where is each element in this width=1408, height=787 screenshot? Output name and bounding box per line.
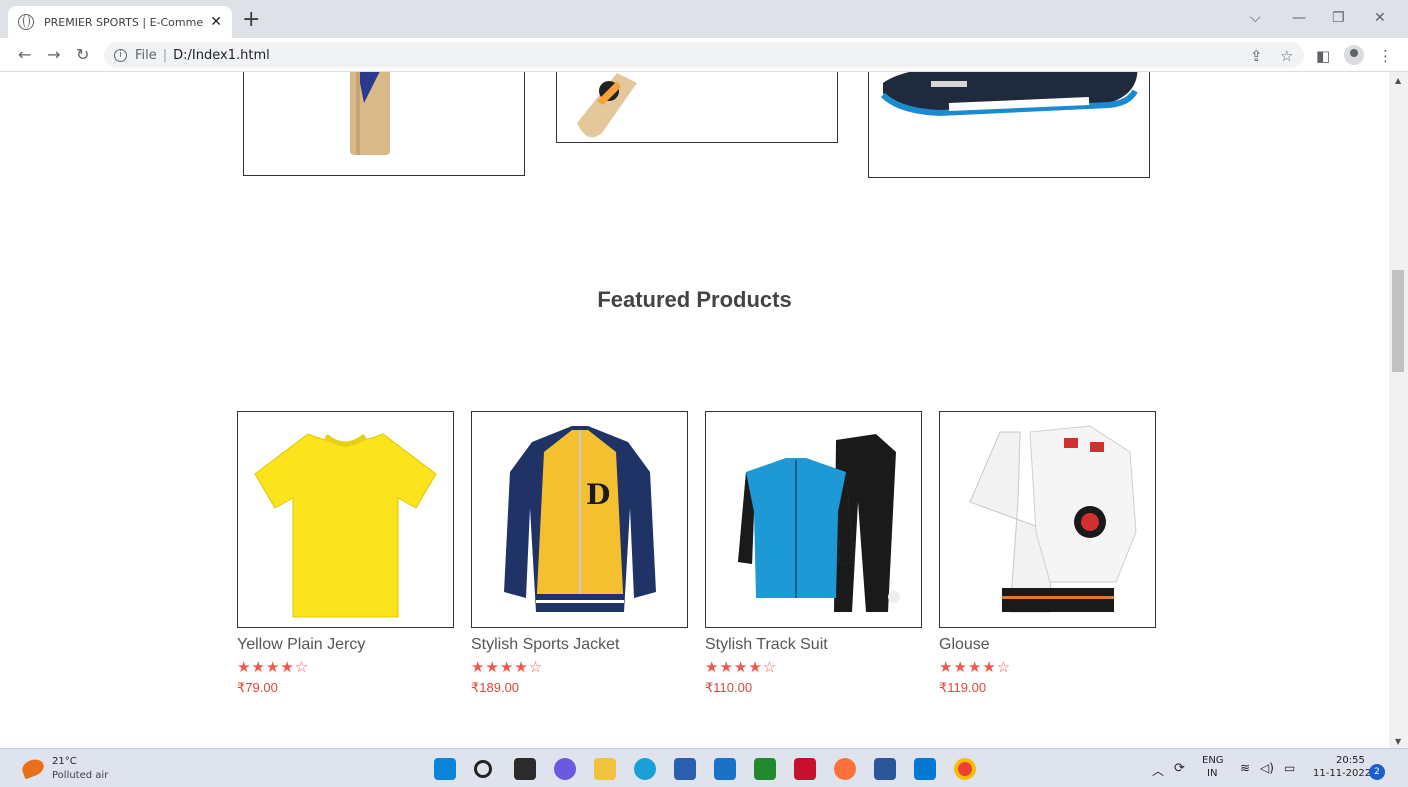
- tray-overflow-icon[interactable]: ︿: [1152, 762, 1164, 779]
- close-window-icon[interactable]: ✕: [1374, 10, 1386, 26]
- product-price: ₹119.00: [939, 680, 987, 695]
- sports-shoe-image: [880, 72, 1138, 117]
- scroll-down-icon[interactable]: ▼: [1395, 737, 1401, 746]
- edge-icon[interactable]: [634, 758, 656, 780]
- scrollbar-thumb[interactable]: [1392, 270, 1404, 372]
- tab-close-icon[interactable]: ✕: [210, 14, 222, 30]
- minimize-icon[interactable]: —: [1292, 10, 1306, 26]
- taskbar: 21°C Polluted air ︿ ⟳ ENG IN ≋ ◁) ▭ 20:5…: [0, 748, 1408, 787]
- store-icon[interactable]: [674, 758, 696, 780]
- restore-icon[interactable]: ❐: [1332, 10, 1345, 26]
- task-view-icon[interactable]: [514, 758, 536, 780]
- page-viewport: Featured Products Yellow Plain Jercy ★★★…: [0, 72, 1389, 748]
- section-title: Featured Products: [597, 287, 792, 312]
- scroll-up-icon[interactable]: ▲: [1395, 76, 1401, 85]
- track-suit-image: [738, 434, 900, 612]
- weather-temperature[interactable]: 21°C: [52, 756, 77, 767]
- category-card-shoe[interactable]: [868, 72, 1150, 178]
- cricket-bat-image: [350, 72, 390, 155]
- chat-icon[interactable]: [554, 758, 576, 780]
- product-name[interactable]: Yellow Plain Jercy: [237, 636, 455, 654]
- chrome-icon[interactable]: [954, 758, 976, 780]
- yellow-tshirt-image: [254, 433, 437, 618]
- weather-icon[interactable]: [19, 756, 47, 780]
- product-price: ₹110.00: [705, 680, 753, 695]
- side-panel-icon[interactable]: ◧: [1316, 47, 1330, 65]
- sync-icon[interactable]: ⟳: [1174, 761, 1185, 776]
- product-card[interactable]: Yellow Plain Jercy ★★★★☆ ₹79.00: [237, 411, 455, 696]
- product-name[interactable]: Glouse: [939, 636, 1157, 654]
- profile-icon[interactable]: [1344, 45, 1364, 65]
- address-bar[interactable]: i File | D:/Index1.html: [104, 42, 1304, 68]
- app-l-icon[interactable]: [714, 758, 736, 780]
- product-image-frame[interactable]: [237, 411, 454, 628]
- product-rating: ★★★★☆: [939, 658, 1012, 676]
- file-explorer-icon[interactable]: [594, 758, 616, 780]
- notification-badge[interactable]: 2: [1369, 764, 1385, 780]
- forward-arrow-icon[interactable]: →: [47, 45, 60, 64]
- tab-search-icon[interactable]: ⌵: [1250, 10, 1261, 26]
- category-card-bat[interactable]: [243, 72, 525, 176]
- search-icon[interactable]: [474, 760, 492, 778]
- browser-toolbar: ← → ↻ i File | D:/Index1.html ⇪ ☆ ◧ ⋮: [0, 38, 1408, 72]
- volume-icon[interactable]: ◁): [1260, 761, 1274, 775]
- word-icon[interactable]: [874, 758, 896, 780]
- new-tab-button[interactable]: +: [242, 9, 260, 31]
- product-image-frame[interactable]: D: [471, 411, 688, 628]
- product-image-frame[interactable]: [939, 411, 1156, 628]
- url-scheme: File: [135, 47, 157, 63]
- product-card[interactable]: Stylish Track Suit ★★★★☆ ₹110.00: [705, 411, 923, 696]
- back-arrow-icon[interactable]: ←: [18, 45, 31, 64]
- svg-text:D: D: [586, 478, 610, 511]
- page-scrollbar[interactable]: ▲ ▼: [1389, 72, 1408, 748]
- weather-description[interactable]: Polluted air: [52, 770, 108, 781]
- batting-gloves-image: [969, 425, 1137, 613]
- site-info-icon[interactable]: i: [114, 48, 127, 62]
- xbox-icon[interactable]: [754, 758, 776, 780]
- tab-title: PREMIER SPORTS | E-Commerce: [44, 15, 205, 29]
- product-name[interactable]: Stylish Track Suit: [705, 636, 923, 654]
- menu-icon[interactable]: ⋮: [1378, 47, 1393, 65]
- product-price: ₹79.00: [237, 680, 278, 695]
- product-card[interactable]: Glouse ★★★★☆ ₹119.00: [939, 411, 1157, 696]
- vscode-icon[interactable]: [914, 758, 936, 780]
- url-text[interactable]: D:/Index1.html: [173, 48, 270, 63]
- mcafee-icon[interactable]: [794, 758, 816, 780]
- firefox-icon[interactable]: [834, 758, 856, 780]
- bookmark-star-icon[interactable]: ☆: [1280, 47, 1293, 65]
- tab-strip: PREMIER SPORTS | E-Commerce ✕ + ⌵ — ❐ ✕: [0, 0, 1408, 38]
- cricket-bat-handle-image: [577, 73, 637, 138]
- language-bottom[interactable]: IN: [1207, 768, 1217, 779]
- sports-jacket-image: D: [504, 426, 656, 612]
- start-icon[interactable]: [434, 758, 456, 780]
- product-price: ₹189.00: [471, 680, 520, 695]
- wifi-icon[interactable]: ≋: [1240, 761, 1250, 775]
- category-card-bat-handle[interactable]: [556, 72, 838, 143]
- product-card[interactable]: D Stylish Sports Jacket ★★★★☆ ₹189.00: [471, 411, 689, 696]
- reload-icon[interactable]: ↻: [76, 45, 89, 64]
- clock-date[interactable]: 11-11-2022: [1313, 768, 1371, 779]
- globe-icon: [18, 14, 34, 30]
- product-name[interactable]: Stylish Sports Jacket: [471, 636, 689, 654]
- battery-icon[interactable]: ▭: [1284, 761, 1295, 775]
- browser-tab[interactable]: PREMIER SPORTS | E-Commerce ✕: [8, 6, 232, 38]
- product-rating: ★★★★☆: [237, 658, 310, 676]
- product-rating: ★★★★☆: [705, 658, 778, 676]
- language-top[interactable]: ENG: [1202, 755, 1224, 766]
- url-separator: |: [162, 47, 168, 63]
- product-image-frame[interactable]: [705, 411, 922, 628]
- product-rating: ★★★★☆: [471, 658, 544, 676]
- share-icon[interactable]: ⇪: [1250, 47, 1263, 65]
- clock-time[interactable]: 20:55: [1336, 755, 1365, 766]
